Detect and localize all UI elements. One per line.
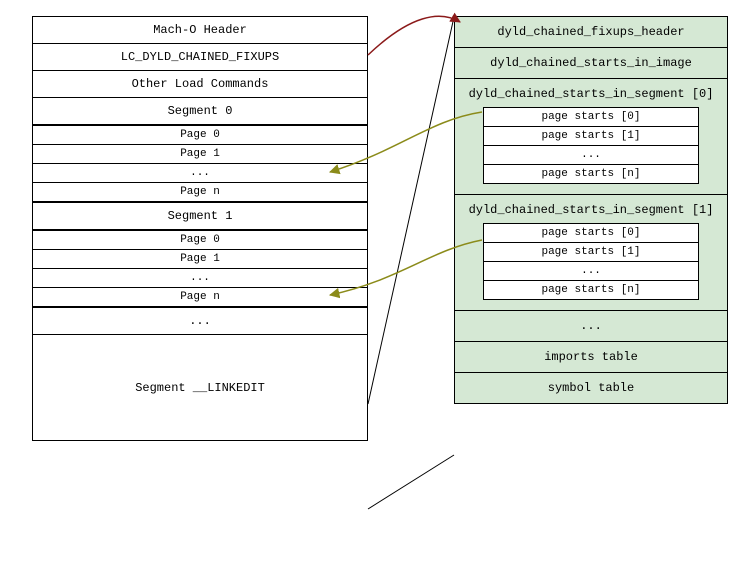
lc-dyld-chained-fixups: LC_DYLD_CHAINED_FIXUPS [33, 43, 367, 70]
segments-ellipsis: ... [33, 307, 367, 334]
page-row: Page 0 [33, 231, 367, 249]
page-row: ... [33, 268, 367, 287]
segment-1-label: Segment 1 [33, 203, 367, 230]
imports-table: imports table [455, 341, 727, 372]
lc-to-header-arrow [368, 16, 460, 55]
segment-0-label: Segment 0 [33, 98, 367, 125]
linkedit-top-connector [368, 17, 454, 404]
page-starts-row: page starts [n] [484, 164, 698, 183]
page-starts-row: page starts [0] [484, 108, 698, 126]
fixups-layout: dyld_chained_fixups_header dyld_chained_… [454, 16, 728, 404]
macho-header: Mach-O Header [33, 17, 367, 43]
page-row: ... [33, 163, 367, 182]
segment-linkedit: Segment __LINKEDIT [33, 334, 367, 440]
starts-in-segment-0: dyld_chained_starts_in_segment [0] page … [455, 78, 727, 194]
page-row: Page 1 [33, 249, 367, 268]
symbol-table: symbol table [455, 372, 727, 403]
page-row: Page n [33, 182, 367, 201]
segment-0-pages: Page 0 Page 1 ... Page n [32, 125, 368, 202]
fixups-ellipsis: ... [455, 310, 727, 341]
page-row: Page 0 [33, 126, 367, 144]
diagram-canvas: Mach-O Header LC_DYLD_CHAINED_FIXUPS Oth… [0, 0, 746, 561]
page-starts-table-0: page starts [0] page starts [1] ... page… [483, 107, 699, 184]
segment-0-block: Segment 0 Page 0 Page 1 ... Page n [33, 97, 367, 202]
segment-1-pages: Page 0 Page 1 ... Page n [32, 230, 368, 307]
page-row: Page n [33, 287, 367, 306]
page-starts-row: page starts [0] [484, 224, 698, 242]
page-starts-row: page starts [1] [484, 242, 698, 261]
other-load-commands: Other Load Commands [33, 70, 367, 97]
starts-in-image: dyld_chained_starts_in_image [455, 47, 727, 78]
page-starts-row: page starts [1] [484, 126, 698, 145]
page-starts-row: ... [484, 261, 698, 280]
page-starts-table-1: page starts [0] page starts [1] ... page… [483, 223, 699, 300]
fixups-header: dyld_chained_fixups_header [455, 17, 727, 47]
page-starts-row: ... [484, 145, 698, 164]
linkedit-bottom-connector [368, 455, 454, 509]
page-starts-row: page starts [n] [484, 280, 698, 299]
starts-in-segment-1-label: dyld_chained_starts_in_segment [1] [465, 203, 717, 223]
segment-1-block: Segment 1 Page 0 Page 1 ... Page n [33, 202, 367, 307]
page-row: Page 1 [33, 144, 367, 163]
starts-in-segment-0-label: dyld_chained_starts_in_segment [0] [465, 87, 717, 107]
macho-layout: Mach-O Header LC_DYLD_CHAINED_FIXUPS Oth… [32, 16, 368, 441]
starts-in-segment-1: dyld_chained_starts_in_segment [1] page … [455, 194, 727, 310]
